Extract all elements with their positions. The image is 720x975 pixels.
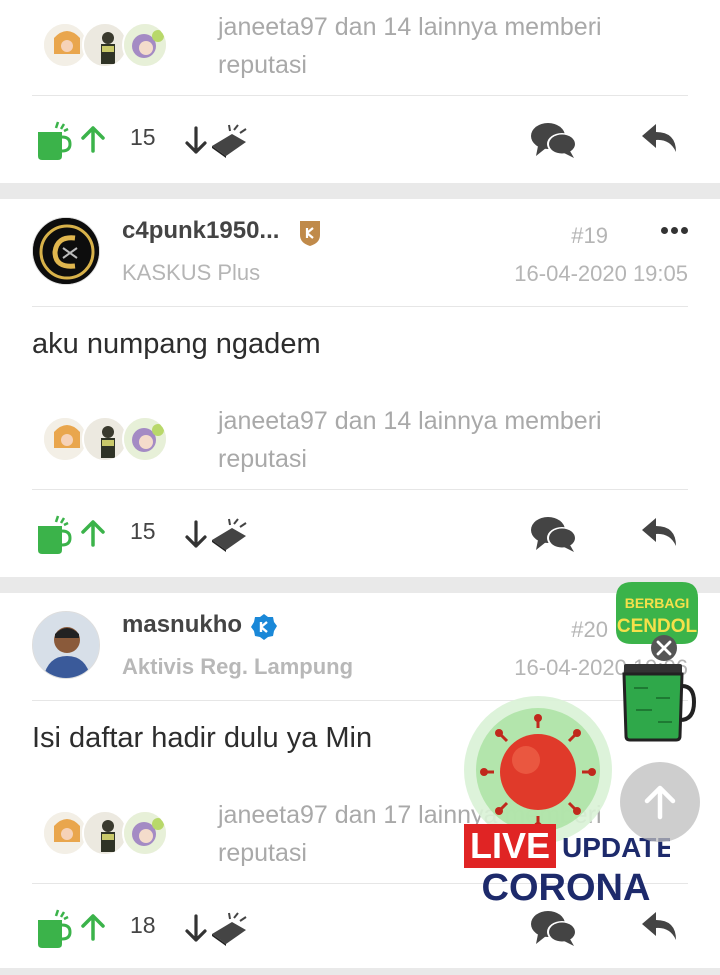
reputation-avatars [42,22,168,68]
comment-icon[interactable] [530,120,578,160]
arrow-down-icon[interactable] [184,912,254,946]
close-icon[interactable] [651,635,677,661]
comment-icon[interactable] [530,514,578,554]
arrow-up-icon[interactable] [80,125,106,153]
arrow-up-icon[interactable] [80,913,106,941]
corona-label: CORONA [482,867,651,908]
post-date: 16-04-2020 19:05 [514,261,688,286]
reply-icon[interactable] [640,122,680,156]
post-content: Isi daftar hadir dulu ya Min [32,722,373,754]
username[interactable]: masnukho [122,611,242,639]
post-number[interactable]: #20 [571,617,608,643]
reputation-avatars [42,416,168,462]
avatar[interactable] [32,611,100,679]
post-number[interactable]: #19 [571,223,608,249]
upvote-count: 15 [130,518,156,544]
reply-icon[interactable] [640,910,680,944]
cendol-cup-icon[interactable] [34,120,72,162]
comment-icon[interactable] [530,908,578,948]
post-content: aku numpang ngadem [32,328,321,360]
berbagi-cendol-widget[interactable]: BERBAGI CENDOL [612,578,702,744]
username[interactable]: c4punk1950... [122,217,279,245]
cendol-glass-icon [622,664,697,742]
scroll-to-top-button[interactable] [620,762,700,842]
arrow-up-icon [644,785,676,820]
post-header: masnukho Aktivis Reg. Lampung #20 16-04-… [32,593,688,701]
verified-badge-icon [251,614,277,640]
post-header: c4punk1950... KASKUS Plus #19 16-04-2020… [32,199,688,307]
arrow-down-icon[interactable] [184,124,254,158]
live-label: LIVE [470,825,550,866]
avatar [122,810,168,856]
post-separator [0,183,720,199]
user-title: Aktivis Reg. Lampung [122,654,354,679]
post-action-bar: 15 [32,98,688,180]
reputation-row[interactable]: janeeta97 dan 14 lainnya memberi reputas… [32,0,688,96]
reply-icon[interactable] [640,516,680,550]
reputation-row[interactable]: janeeta97 dan 14 lainnya memberi reputas… [32,394,688,490]
cendol-label-2: CENDOL [617,616,698,637]
upvote-count: 15 [130,124,156,150]
arrow-up-icon[interactable] [80,519,106,547]
avatar [122,416,168,462]
user-title: KASKUS Plus [122,260,261,285]
more-options-icon[interactable] [661,227,688,234]
post-action-bar: 15 [32,492,688,574]
cendol-cup-icon[interactable] [34,908,72,950]
reputation-text: janeeta97 dan 14 lainnya memberi reputas… [218,407,602,473]
arrow-down-icon[interactable] [184,518,254,552]
kaskus-plus-badge-icon [300,221,320,246]
avatar[interactable] [32,217,100,285]
reputation-text: janeeta97 dan 14 lainnya memberi reputas… [218,13,602,79]
cendol-label-1: BERBAGI [625,595,690,611]
cendol-cup-icon[interactable] [34,514,72,556]
upvote-count: 18 [130,912,156,938]
reputation-avatars [42,810,168,856]
post-separator [0,968,720,975]
avatar [122,22,168,68]
